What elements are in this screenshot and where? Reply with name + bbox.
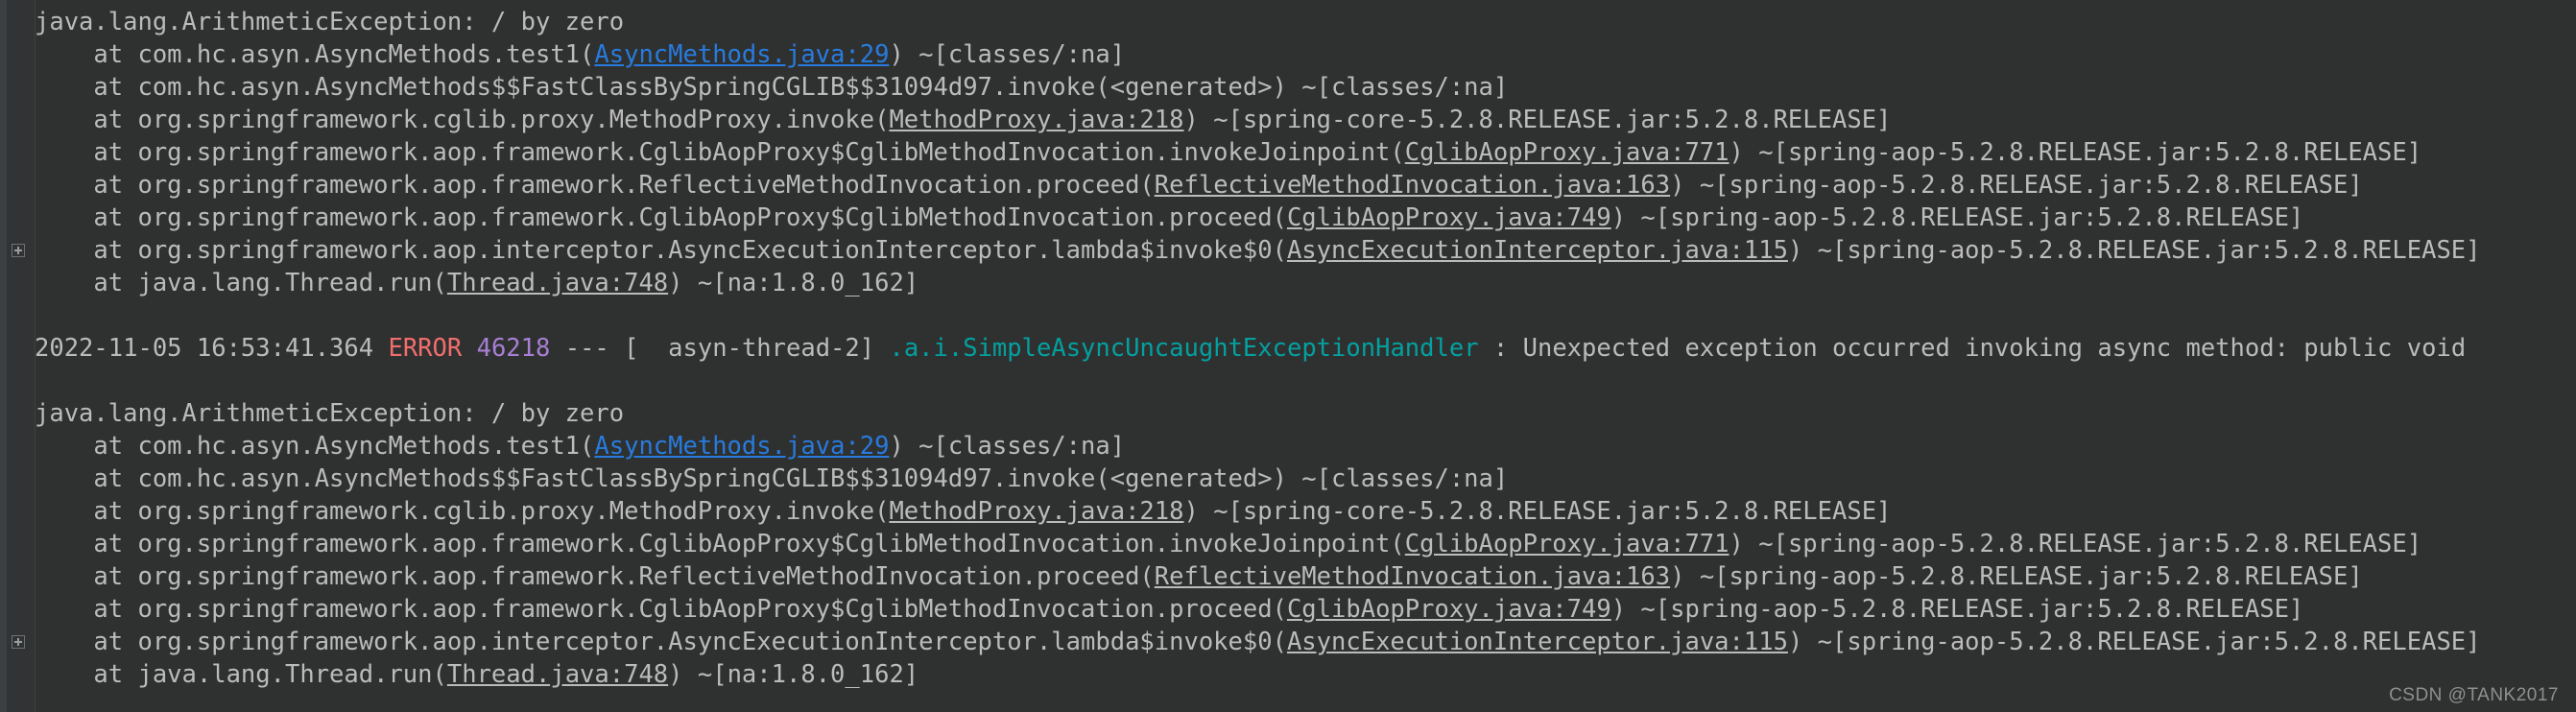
stack-frame-link[interactable]: CglibAopProxy.java:771 bbox=[1405, 138, 1729, 167]
log-text: at com.hc.asyn.AsyncMethods.test1( bbox=[35, 432, 595, 461]
log-text: at org.springframework.cglib.proxy.Metho… bbox=[35, 106, 890, 134]
log-text: at com.hc.asyn.AsyncMethods$$FastClassBy… bbox=[35, 73, 1509, 102]
log-line: at org.springframework.aop.framework.Ref… bbox=[0, 169, 2576, 202]
log-text: at org.springframework.aop.framework.Ref… bbox=[35, 171, 1155, 200]
watermark-label: CSDN @TANK2017 bbox=[2389, 685, 2559, 705]
log-line: at org.springframework.aop.framework.Cgl… bbox=[0, 593, 2576, 626]
stack-frame-link[interactable]: MethodProxy.java:218 bbox=[889, 497, 1183, 526]
log-text: at org.springframework.cglib.proxy.Metho… bbox=[35, 497, 890, 526]
log-text: ) ~[spring-core-5.2.8.RELEASE.jar:5.2.8.… bbox=[1183, 497, 1892, 526]
log-line: at org.springframework.aop.framework.Cgl… bbox=[0, 202, 2576, 234]
log-text: ) ~[spring-core-5.2.8.RELEASE.jar:5.2.8.… bbox=[1183, 106, 1892, 134]
log-text: ) ~[spring-aop-5.2.8.RELEASE.jar:5.2.8.R… bbox=[1729, 530, 2422, 558]
log-line: at org.springframework.aop.framework.Ref… bbox=[0, 560, 2576, 593]
log-line: at org.springframework.cglib.proxy.Metho… bbox=[0, 104, 2576, 136]
log-text: : Unexpected exception occurred invoking… bbox=[1478, 334, 2467, 363]
log-text: at com.hc.asyn.AsyncMethods.test1( bbox=[35, 40, 595, 69]
log-text: at org.springframework.aop.framework.Ref… bbox=[35, 562, 1155, 591]
stack-frame-link-active[interactable]: AsyncMethods.java:29 bbox=[594, 40, 889, 69]
stack-frame-link-active[interactable]: AsyncMethods.java:29 bbox=[594, 432, 889, 461]
stack-frame-link[interactable]: ReflectiveMethodInvocation.java:163 bbox=[1155, 562, 1670, 591]
log-line: at org.springframework.aop.framework.Cgl… bbox=[0, 136, 2576, 169]
log-text: ) ~[classes/:na] bbox=[889, 40, 1126, 69]
log-line: at com.hc.asyn.AsyncMethods$$FastClassBy… bbox=[0, 463, 2576, 495]
log-text: at org.springframework.aop.interceptor.A… bbox=[35, 236, 1287, 265]
log-text: at org.springframework.aop.framework.Cgl… bbox=[35, 530, 1405, 558]
log-text: at org.springframework.aop.framework.Cgl… bbox=[35, 203, 1287, 232]
logger-name: .a.i.SimpleAsyncUncaughtExceptionHandler bbox=[889, 334, 1479, 363]
expand-plus-icon[interactable] bbox=[12, 244, 25, 257]
log-line: at org.springframework.aop.interceptor.A… bbox=[0, 234, 2576, 267]
stack-frame-link[interactable]: CglibAopProxy.java:749 bbox=[1287, 595, 1611, 624]
log-line: at java.lang.Thread.run(Thread.java:748)… bbox=[0, 267, 2576, 299]
stack-frame-link[interactable]: Thread.java:748 bbox=[447, 660, 668, 689]
log-text: ) ~[spring-aop-5.2.8.RELEASE.jar:5.2.8.R… bbox=[1670, 171, 2363, 200]
log-text: ) ~[spring-aop-5.2.8.RELEASE.jar:5.2.8.R… bbox=[1670, 562, 2363, 591]
log-text: java.lang.ArithmeticException: / by zero bbox=[35, 8, 625, 36]
log-level-error: ERROR bbox=[388, 334, 463, 363]
log-text: at org.springframework.aop.interceptor.A… bbox=[35, 628, 1287, 656]
log-text: at com.hc.asyn.AsyncMethods$$FastClassBy… bbox=[35, 464, 1509, 493]
log-line: at com.hc.asyn.AsyncMethods.test1(AsyncM… bbox=[0, 38, 2576, 71]
stack-frame-link[interactable]: CglibAopProxy.java:771 bbox=[1405, 530, 1729, 558]
stack-frame-link[interactable]: MethodProxy.java:218 bbox=[889, 106, 1183, 134]
log-line: 2022-11-05 16:53:41.364 ERROR 46218 --- … bbox=[0, 332, 2576, 365]
stack-frame-link[interactable]: AsyncExecutionInterceptor.java:115 bbox=[1287, 628, 1788, 656]
log-line: at org.springframework.aop.framework.Cgl… bbox=[0, 528, 2576, 560]
console-output-panel[interactable]: java.lang.ArithmeticException: / by zero… bbox=[0, 0, 2576, 712]
log-line: at org.springframework.cglib.proxy.Metho… bbox=[0, 495, 2576, 528]
log-line: java.lang.ArithmeticException: / by zero bbox=[0, 397, 2576, 430]
log-text: ) ~[na:1.8.0_162] bbox=[668, 660, 919, 689]
log-text: ) ~[classes/:na] bbox=[889, 432, 1126, 461]
log-text: ) ~[na:1.8.0_162] bbox=[668, 269, 919, 297]
log-text: ) ~[spring-aop-5.2.8.RELEASE.jar:5.2.8.R… bbox=[1787, 628, 2481, 656]
log-text: at org.springframework.aop.framework.Cgl… bbox=[35, 595, 1287, 624]
stack-frame-link[interactable]: ReflectiveMethodInvocation.java:163 bbox=[1155, 171, 1670, 200]
log-text: ) ~[spring-aop-5.2.8.RELEASE.jar:5.2.8.R… bbox=[1610, 595, 2304, 624]
console-log-lines: java.lang.ArithmeticException: / by zero… bbox=[0, 0, 2576, 691]
log-line: java.lang.ArithmeticException: / by zero bbox=[0, 6, 2576, 38]
log-line: at java.lang.Thread.run(Thread.java:748)… bbox=[0, 658, 2576, 691]
stack-frame-link[interactable]: AsyncExecutionInterceptor.java:115 bbox=[1287, 236, 1788, 265]
log-line: at org.springframework.aop.interceptor.A… bbox=[0, 626, 2576, 658]
stack-frame-link[interactable]: CglibAopProxy.java:749 bbox=[1287, 203, 1611, 232]
log-text: at java.lang.Thread.run( bbox=[35, 660, 447, 689]
log-text: ) ~[spring-aop-5.2.8.RELEASE.jar:5.2.8.R… bbox=[1787, 236, 2481, 265]
process-id: 46218 bbox=[476, 334, 551, 363]
log-line: at com.hc.asyn.AsyncMethods$$FastClassBy… bbox=[0, 71, 2576, 104]
stack-frame-link[interactable]: Thread.java:748 bbox=[447, 269, 668, 297]
log-text: java.lang.ArithmeticException: / by zero bbox=[35, 399, 625, 428]
log-text: ) ~[spring-aop-5.2.8.RELEASE.jar:5.2.8.R… bbox=[1610, 203, 2304, 232]
log-line: at com.hc.asyn.AsyncMethods.test1(AsyncM… bbox=[0, 430, 2576, 463]
log-text: at org.springframework.aop.framework.Cgl… bbox=[35, 138, 1405, 167]
log-text: ) ~[spring-aop-5.2.8.RELEASE.jar:5.2.8.R… bbox=[1729, 138, 2422, 167]
log-text: at java.lang.Thread.run( bbox=[35, 269, 447, 297]
expand-plus-icon[interactable] bbox=[12, 635, 25, 649]
log-text: 2022-11-05 16:53:41.364 bbox=[35, 334, 389, 363]
log-text: --- [ asyn-thread-2] bbox=[550, 334, 890, 363]
